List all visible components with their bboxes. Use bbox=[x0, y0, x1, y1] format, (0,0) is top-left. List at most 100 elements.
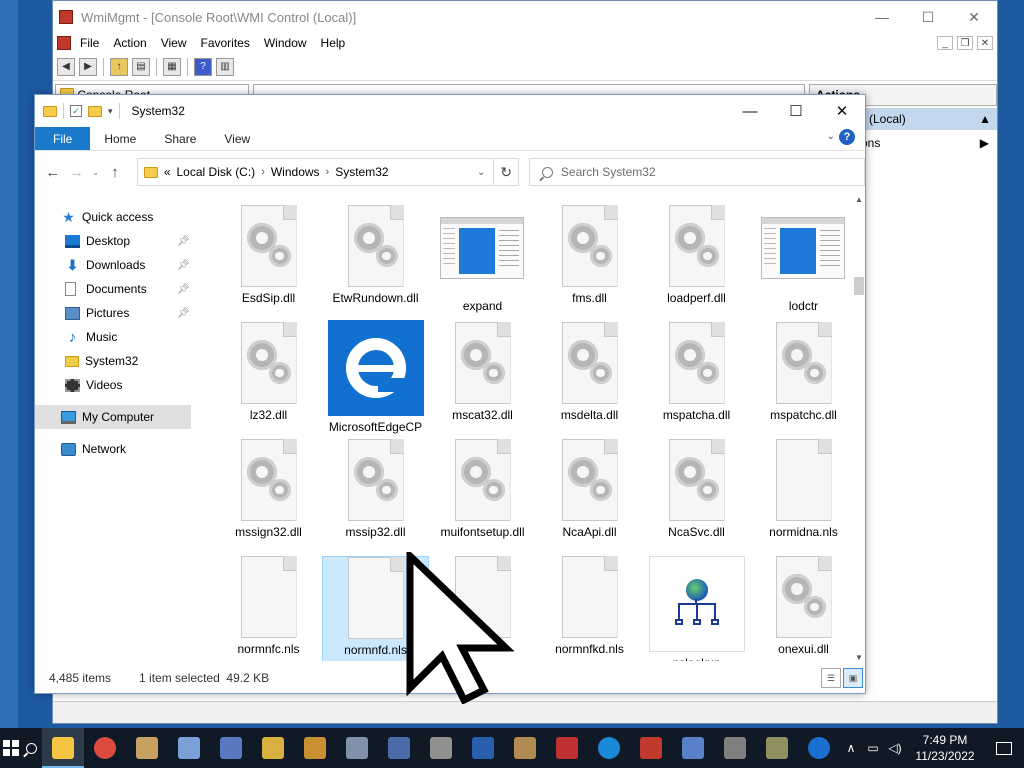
forward-arrow-icon[interactable]: → bbox=[69, 164, 85, 181]
taskbar-app-tool-5[interactable] bbox=[294, 728, 336, 768]
menu-view[interactable]: View bbox=[154, 36, 194, 50]
nav-downloads[interactable]: ⬇ Downloads 📌︎ bbox=[35, 253, 195, 277]
file-item[interactable]: lz32.dll bbox=[215, 322, 322, 439]
pin-icon[interactable]: 📌︎ bbox=[177, 284, 190, 295]
scroll-up-icon[interactable]: ▲ bbox=[853, 195, 865, 207]
vertical-scrollbar[interactable]: ▲ ▼ bbox=[853, 195, 865, 665]
taskbar-app-tool-7[interactable] bbox=[378, 728, 420, 768]
mmc-child-restore[interactable]: ❐ bbox=[957, 36, 973, 50]
file-item[interactable]: EsdSip.dll bbox=[215, 205, 322, 322]
file-item[interactable]: onexui.dll bbox=[750, 556, 855, 661]
scroll-thumb[interactable] bbox=[854, 277, 864, 295]
taskbar-app-internet-explorer[interactable] bbox=[588, 728, 630, 768]
details-view-icon[interactable]: ☰ bbox=[821, 668, 841, 688]
taskbar-app-tool-1[interactable] bbox=[126, 728, 168, 768]
menu-action[interactable]: Action bbox=[106, 36, 153, 50]
file-item[interactable]: mssign32.dll bbox=[215, 439, 322, 556]
pin-icon[interactable]: 📌︎ bbox=[177, 308, 190, 319]
show-action-pane-icon[interactable]: ▥ bbox=[216, 57, 234, 76]
taskbar-app-chrome[interactable] bbox=[84, 728, 126, 768]
pin-icon[interactable]: 📌︎ bbox=[177, 260, 190, 271]
file-item[interactable]: normidna.nls bbox=[750, 439, 855, 556]
menu-favorites[interactable]: Favorites bbox=[194, 36, 257, 50]
nav-music[interactable]: ♪ Music bbox=[35, 325, 195, 349]
nav-quick-access[interactable]: ★ Quick access bbox=[35, 205, 195, 229]
qat-dropdown-icon[interactable]: ▾ bbox=[108, 106, 113, 117]
explorer-minimize-button[interactable]: — bbox=[727, 95, 773, 127]
expand-ribbon-icon[interactable]: ⌄ bbox=[827, 131, 835, 142]
file-item[interactable]: msdelta.dll bbox=[536, 322, 643, 439]
breadcrumb-separator-icon[interactable]: › bbox=[326, 166, 330, 178]
file-item[interactable]: NcaApi.dll bbox=[536, 439, 643, 556]
file-item[interactable]: mssip32.dll bbox=[322, 439, 429, 556]
refresh-icon[interactable]: ↻ bbox=[493, 158, 519, 186]
taskbar-app-file-explorer[interactable] bbox=[42, 728, 84, 768]
menu-file[interactable]: File bbox=[73, 36, 106, 50]
recent-locations-icon[interactable]: ⌄ bbox=[92, 168, 99, 177]
nav-my-computer[interactable]: My Computer bbox=[35, 405, 191, 429]
nav-system32[interactable]: System32 bbox=[35, 349, 195, 373]
up-folder-icon[interactable]: ↑ bbox=[110, 57, 128, 76]
explorer-maximize-button[interactable]: ☐ bbox=[773, 95, 819, 127]
properties-icon[interactable]: ▦ bbox=[163, 57, 181, 76]
file-item[interactable]: EtwRundown.dll bbox=[322, 205, 429, 322]
action-center-button[interactable] bbox=[984, 741, 1024, 755]
nav-desktop[interactable]: Desktop 📌︎ bbox=[35, 229, 195, 253]
tab-share[interactable]: Share bbox=[150, 127, 210, 150]
nav-videos[interactable]: Videos bbox=[35, 373, 195, 397]
nav-documents[interactable]: Documents 📌︎ bbox=[35, 277, 195, 301]
back-arrow-icon[interactable]: ◀ bbox=[57, 57, 75, 76]
file-item[interactable]: MicrosoftEdgeCP bbox=[322, 320, 429, 439]
mmc-console-icon[interactable] bbox=[57, 36, 71, 50]
up-arrow-icon[interactable]: ↑ bbox=[107, 164, 123, 181]
address-dropdown-icon[interactable]: ⌄ bbox=[477, 167, 485, 178]
taskbar-app-tool-6[interactable] bbox=[336, 728, 378, 768]
taskbar-app-tool-2[interactable] bbox=[168, 728, 210, 768]
breadcrumb-local-disk[interactable]: Local Disk (C:) bbox=[177, 165, 256, 179]
mmc-title-bar[interactable]: WmiMgmt - [Console Root\WMI Control (Loc… bbox=[53, 1, 997, 33]
file-item[interactable]: expand bbox=[429, 205, 536, 322]
taskbar-app-tool-4[interactable] bbox=[252, 728, 294, 768]
taskbar-app-tool-9[interactable] bbox=[462, 728, 504, 768]
file-item[interactable]: normnfc.nls bbox=[215, 556, 322, 661]
address-bar[interactable]: « Local Disk (C:) › Windows › System32 ⌄ bbox=[136, 158, 495, 186]
taskbar-app-tool-8[interactable] bbox=[420, 728, 462, 768]
file-item[interactable]: mscat32.dll bbox=[429, 322, 536, 439]
file-item[interactable]: loadperf.dll bbox=[643, 205, 750, 322]
menu-window[interactable]: Window bbox=[257, 36, 314, 50]
mmc-child-close[interactable]: ✕ bbox=[977, 36, 993, 50]
taskbar-app-tool-11[interactable] bbox=[546, 728, 588, 768]
nav-pictures[interactable]: Pictures 📌︎ bbox=[35, 301, 195, 325]
file-item[interactable]: mspatcha.dll bbox=[643, 322, 750, 439]
taskbar-app-tool-3[interactable] bbox=[210, 728, 252, 768]
large-icons-view-icon[interactable]: ▣ bbox=[843, 668, 863, 688]
show-tree-icon[interactable]: ▤ bbox=[132, 57, 150, 76]
nav-network[interactable]: Network bbox=[35, 437, 195, 461]
file-item[interactable]: normnfkd.nls bbox=[536, 556, 643, 661]
taskbar-app-tool-15[interactable] bbox=[756, 728, 798, 768]
taskbar-app-tool-12[interactable] bbox=[630, 728, 672, 768]
properties-check-icon[interactable]: ✓ bbox=[70, 105, 82, 117]
taskbar-app-tool-14[interactable] bbox=[714, 728, 756, 768]
file-item[interactable]: NcaSvc.dll bbox=[643, 439, 750, 556]
mmc-close-button[interactable]: ✕ bbox=[951, 1, 997, 33]
new-folder-icon[interactable] bbox=[88, 105, 102, 117]
file-item[interactable]: nslookup bbox=[643, 556, 750, 661]
collapse-arrow-icon[interactable]: ▲ bbox=[979, 112, 991, 130]
tab-home[interactable]: Home bbox=[90, 127, 150, 150]
breadcrumb-separator-icon[interactable]: › bbox=[261, 166, 265, 178]
pin-icon[interactable]: 📌︎ bbox=[177, 236, 190, 247]
tab-view[interactable]: View bbox=[210, 127, 264, 150]
taskbar-app-tool-10[interactable] bbox=[504, 728, 546, 768]
search-box[interactable]: Search System32 bbox=[528, 158, 865, 186]
volume-icon[interactable]: ◁) bbox=[884, 741, 906, 755]
file-item[interactable]: fms.dll bbox=[536, 205, 643, 322]
explorer-close-button[interactable]: ✕ bbox=[819, 95, 865, 127]
taskbar-app-bluetooth[interactable] bbox=[798, 728, 840, 768]
back-arrow-icon[interactable]: ← bbox=[45, 164, 61, 181]
breadcrumb-windows[interactable]: Windows bbox=[271, 165, 320, 179]
taskbar-search-button[interactable] bbox=[21, 728, 42, 768]
mmc-maximize-button[interactable]: ☐ bbox=[905, 1, 951, 33]
file-item[interactable]: mspatchc.dll bbox=[750, 322, 855, 439]
network-status-icon[interactable]: ▭ bbox=[862, 741, 884, 755]
